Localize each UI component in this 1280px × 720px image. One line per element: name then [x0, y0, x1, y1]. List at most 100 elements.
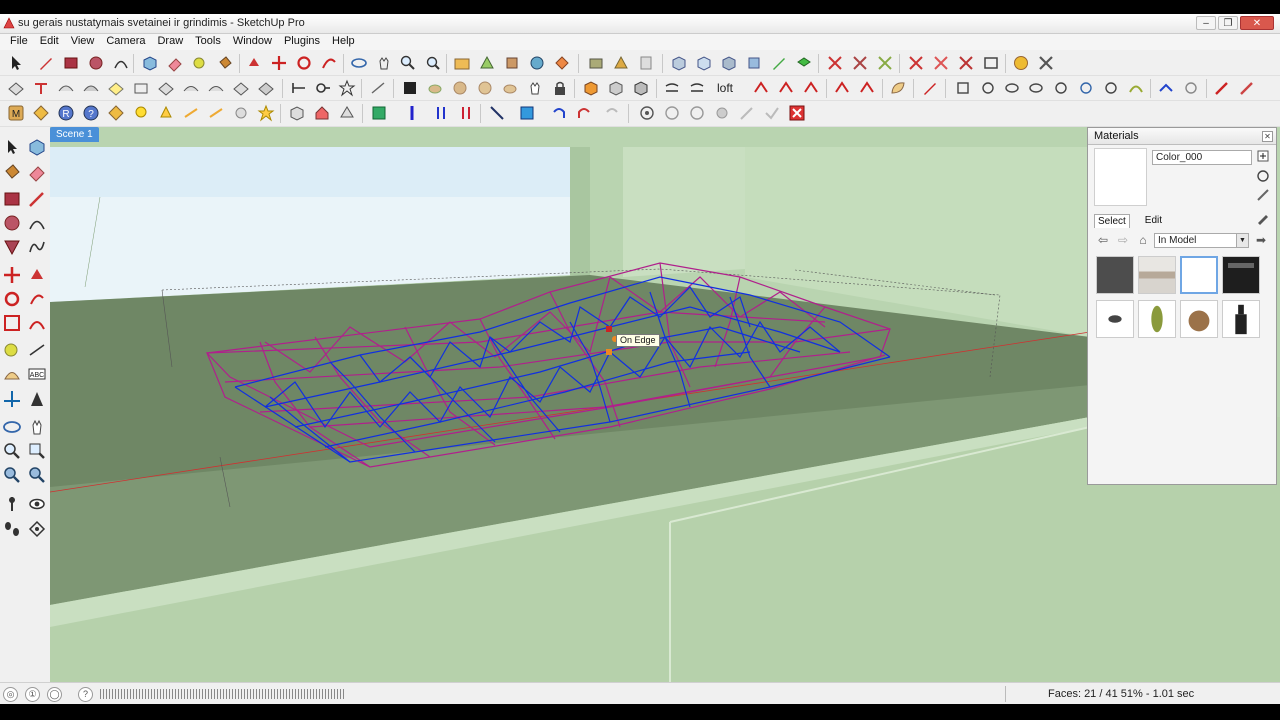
box-orange-icon[interactable]	[582, 79, 600, 97]
circle-icon[interactable]	[87, 54, 105, 72]
plugin-shape-6-icon[interactable]	[612, 54, 630, 72]
plugin-folder-icon[interactable]	[453, 54, 471, 72]
zoom-icon[interactable]	[399, 54, 417, 72]
swatch-white[interactable]	[1180, 256, 1218, 294]
swatch-wine-bottle[interactable]	[1222, 300, 1260, 338]
plugin-shape-4-icon[interactable]	[553, 54, 571, 72]
target-3-icon[interactable]	[688, 104, 706, 122]
rectangle-tool-icon[interactable]	[2, 189, 22, 209]
section-plane-3-icon[interactable]	[876, 54, 894, 72]
menu-edit[interactable]: Edit	[34, 34, 65, 50]
follow-me-icon[interactable]	[320, 54, 338, 72]
reset-material-icon[interactable]	[1256, 169, 1270, 183]
component-tool-icon[interactable]	[27, 137, 47, 157]
view-right-icon[interactable]	[745, 54, 763, 72]
menu-window[interactable]: Window	[227, 34, 278, 50]
render-shape-icon[interactable]	[338, 104, 356, 122]
scale-tool-icon[interactable]	[2, 313, 22, 333]
view-back-icon[interactable]	[770, 54, 788, 72]
arc-icon[interactable]	[112, 54, 130, 72]
menu-help[interactable]: Help	[326, 34, 361, 50]
swatch-interior-photo[interactable]	[1138, 256, 1176, 294]
zoom-window-tool-icon[interactable]	[27, 441, 47, 461]
sandbox-smoove-icon[interactable]	[57, 79, 75, 97]
rectangle-icon[interactable]	[62, 54, 80, 72]
walk-tool-icon[interactable]	[2, 519, 22, 539]
menu-plugins[interactable]: Plugins	[278, 34, 326, 50]
orbit-tool-icon[interactable]	[2, 417, 22, 437]
ring-tool-4-icon[interactable]	[1052, 79, 1070, 97]
tab-edit[interactable]: Edit	[1142, 214, 1165, 228]
move-icon[interactable]	[270, 54, 288, 72]
menu-file[interactable]: File	[4, 34, 34, 50]
sandbox-add-detail-icon[interactable]	[132, 79, 150, 97]
coin-icon[interactable]	[1012, 54, 1030, 72]
eyedropper-icon[interactable]	[1256, 211, 1270, 225]
tape-tool-icon[interactable]	[2, 340, 22, 360]
link-tool-2-icon[interactable]	[1182, 79, 1200, 97]
mirror-tool-icon[interactable]	[518, 104, 536, 122]
ring-tool-2-icon[interactable]	[1003, 79, 1021, 97]
protractor-tool-icon[interactable]	[2, 364, 22, 384]
push-pull-icon[interactable]	[245, 54, 263, 72]
plugin-shape-5-icon[interactable]	[587, 54, 605, 72]
target-1-icon[interactable]	[638, 104, 656, 122]
render-home-icon[interactable]	[313, 104, 331, 122]
zoom-extents-tool-icon[interactable]	[2, 465, 22, 485]
view-iso-icon[interactable]	[670, 54, 688, 72]
geo-location-icon[interactable]: ◎	[3, 687, 18, 702]
help-icon[interactable]: ?	[78, 687, 93, 702]
tools-icon[interactable]	[1037, 54, 1055, 72]
m-badge-icon[interactable]: M	[7, 104, 25, 122]
position-camera-tool-icon[interactable]	[2, 494, 22, 514]
box-shaded-icon[interactable]	[632, 79, 650, 97]
pushpull-tool-icon[interactable]	[27, 265, 47, 285]
sphere-4-icon[interactable]	[501, 79, 519, 97]
orbit-icon[interactable]	[350, 54, 368, 72]
leaf-tool-icon[interactable]	[889, 79, 907, 97]
swatch-green-leaf[interactable]	[1138, 300, 1176, 338]
slope-tool-icon[interactable]	[488, 104, 506, 122]
sandbox-flip-edge-icon[interactable]	[157, 79, 175, 97]
red-tool-3-icon[interactable]	[802, 79, 820, 97]
plugin-shape-2-icon[interactable]	[503, 54, 521, 72]
tag-icon[interactable]	[32, 104, 50, 122]
pen-disabled-icon[interactable]	[738, 104, 756, 122]
light-spot-icon[interactable]	[157, 104, 175, 122]
menu-tools[interactable]: Tools	[189, 34, 227, 50]
section-plane-2-icon[interactable]	[851, 54, 869, 72]
view-left-icon[interactable]	[795, 54, 813, 72]
plugin-shape-1-icon[interactable]	[478, 54, 496, 72]
gear-disabled-icon[interactable]	[713, 104, 731, 122]
axis-tool-2-icon[interactable]	[403, 104, 421, 122]
menu-draw[interactable]: Draw	[151, 34, 189, 50]
zoom-tool-icon[interactable]	[2, 441, 22, 461]
intersect-3-icon[interactable]	[957, 54, 975, 72]
paint-bucket-icon[interactable]	[216, 54, 234, 72]
maximize-button[interactable]: ❐	[1218, 16, 1238, 30]
axis-tool-3-icon[interactable]	[432, 104, 450, 122]
ring-tool-6-icon[interactable]	[1102, 79, 1120, 97]
credits-icon[interactable]: ①	[25, 687, 40, 702]
link-tool-1-icon[interactable]	[1157, 79, 1175, 97]
make-component-icon[interactable]	[141, 54, 159, 72]
help-badge-icon[interactable]: ?	[82, 104, 100, 122]
loft-button[interactable]: loft	[717, 79, 745, 97]
move-tool-icon[interactable]	[2, 265, 22, 285]
pencil-icon[interactable]	[37, 54, 55, 72]
cut-tool-icon[interactable]	[290, 79, 308, 97]
frame-tool-icon[interactable]	[954, 79, 972, 97]
previous-view-tool-icon[interactable]	[27, 465, 47, 485]
create-material-icon[interactable]	[1256, 149, 1270, 163]
text-tool-icon[interactable]: ABC	[27, 364, 47, 384]
close-button[interactable]: ✕	[1240, 16, 1274, 30]
select-tool-icon[interactable]	[2, 137, 22, 157]
eraser-icon[interactable]	[166, 54, 184, 72]
sphere-dark-icon[interactable]	[401, 79, 419, 97]
undo-tool-icon[interactable]	[550, 104, 568, 122]
light-bulb-icon[interactable]	[132, 104, 150, 122]
sphere-2-icon[interactable]	[451, 79, 469, 97]
check-disabled-icon[interactable]	[763, 104, 781, 122]
r-badge-icon[interactable]: R	[57, 104, 75, 122]
box-gray-icon[interactable]	[607, 79, 625, 97]
